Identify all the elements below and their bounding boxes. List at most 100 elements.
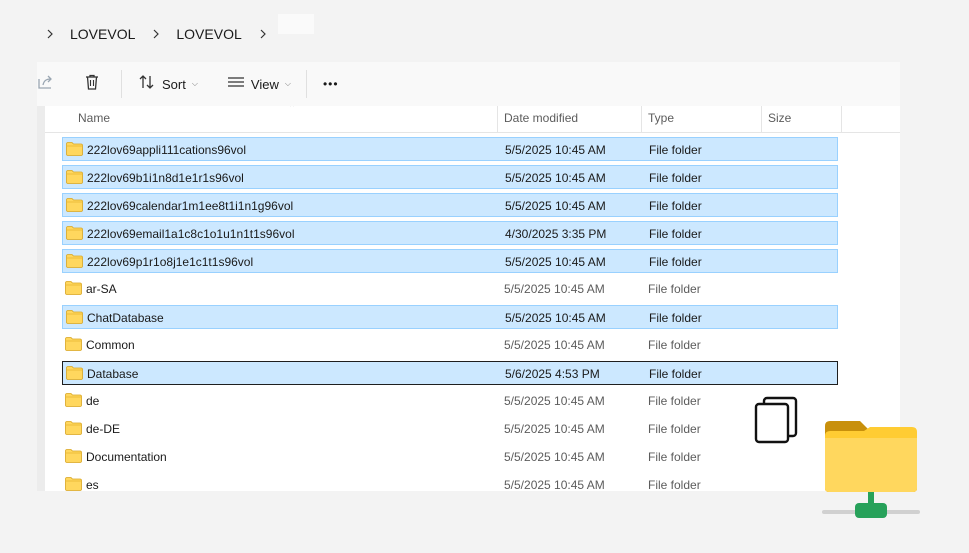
file-type: File folder [649, 367, 702, 381]
file-type: File folder [648, 338, 701, 352]
date-modified: 5/5/2025 10:45 AM [504, 282, 605, 296]
date-modified: 5/5/2025 10:45 AM [505, 171, 606, 185]
file-type: File folder [649, 143, 702, 157]
more-options-button[interactable]: ••• [323, 68, 339, 100]
toolbar-divider [305, 70, 307, 98]
table-row[interactable]: de-DE 5/5/2025 10:45 AM File folder [62, 417, 838, 441]
breadcrumb-item[interactable]: LOVEVOL [70, 26, 135, 42]
table-row[interactable]: 222lov69calendar1m1ee8t1i1n1g96vol 5/5/2… [62, 193, 838, 217]
column-header-date[interactable]: Date modified [504, 111, 578, 125]
date-modified: 5/5/2025 10:45 AM [505, 311, 606, 325]
file-type: File folder [649, 199, 702, 213]
column-divider[interactable] [841, 106, 842, 132]
file-type: File folder [648, 450, 701, 464]
folder-icon [66, 366, 83, 380]
file-type: File folder [649, 311, 702, 325]
date-modified: 5/5/2025 10:45 AM [505, 255, 606, 269]
folder-icon [65, 337, 82, 351]
file-name: Database [87, 367, 139, 381]
date-modified: 5/5/2025 10:45 AM [505, 199, 606, 213]
file-name: Common [86, 338, 135, 352]
breadcrumb: LOVEVOL LOVEVOL [0, 16, 969, 52]
column-divider[interactable] [761, 106, 762, 132]
chevron-right-icon[interactable] [45, 29, 55, 39]
folder-icon [65, 421, 82, 435]
file-name: 222lov69appli111cations96vol [87, 143, 247, 157]
chevron-down-icon: ⌵ [284, 79, 291, 88]
delete-button[interactable] [83, 68, 101, 100]
date-modified: 5/5/2025 10:45 AM [504, 478, 605, 491]
view-icon [227, 73, 245, 96]
table-row[interactable]: 222lov69p1r1o8j1e1c1t1s96vol 5/5/2025 10… [62, 249, 838, 273]
view-button[interactable]: View ⌵ [227, 68, 291, 100]
column-header-size[interactable]: Size [768, 111, 791, 125]
file-name: 222lov69calendar1m1ee8t1i1n1g96vol [87, 199, 294, 213]
file-type: File folder [648, 422, 701, 436]
folder-icon [66, 170, 83, 184]
folder-icon [66, 142, 83, 156]
column-headers: ⌃ Name Date modified Type Size [45, 106, 900, 133]
table-row[interactable]: 222lov69email1a1c8c1o1u1n1t1s96vol 4/30/… [62, 221, 838, 245]
folder-icon [66, 198, 83, 212]
file-name: es [86, 478, 99, 491]
table-row[interactable]: Common 5/5/2025 10:45 AM File folder [62, 333, 838, 357]
table-row[interactable]: ChatDatabase 5/5/2025 10:45 AM File fold… [62, 305, 838, 329]
view-label: View [250, 76, 279, 92]
file-name: 222lov69email1a1c8c1o1u1n1t1s96vol [87, 227, 295, 241]
sort-ascending-icon: ⌃ [288, 106, 297, 114]
folder-icon [66, 254, 83, 268]
file-name: 222lov69p1r1o8j1e1c1t1s96vol [87, 255, 254, 269]
file-name: Documentation [86, 450, 167, 464]
date-modified: 5/5/2025 10:45 AM [504, 338, 605, 352]
column-header-type[interactable]: Type [648, 111, 674, 125]
sort-button[interactable]: Sort ⌵ [138, 68, 198, 100]
date-modified: 5/5/2025 10:45 AM [505, 143, 606, 157]
folder-icon [66, 310, 83, 324]
breadcrumb-item[interactable]: LOVEVOL [176, 26, 241, 42]
command-bar: Sort ⌵ View ⌵ ••• [37, 62, 900, 107]
breadcrumb-blank [278, 14, 314, 34]
file-type: File folder [649, 255, 702, 269]
table-row[interactable]: Documentation 5/5/2025 10:45 AM File fol… [62, 445, 838, 469]
share-button[interactable] [37, 68, 55, 100]
network-folder-icon [820, 418, 922, 522]
file-name: de [86, 394, 100, 408]
date-modified: 5/5/2025 10:45 AM [504, 394, 605, 408]
chevron-right-icon[interactable] [258, 29, 268, 39]
chevron-right-icon[interactable] [151, 29, 161, 39]
copy-icon [754, 396, 800, 444]
table-row[interactable]: ar-SA 5/5/2025 10:45 AM File folder [62, 277, 838, 301]
folder-icon [65, 393, 82, 407]
folder-icon [65, 281, 82, 295]
table-row[interactable]: Database 5/6/2025 4:53 PM File folder [62, 361, 838, 385]
delete-icon [83, 73, 101, 96]
table-row[interactable]: es 5/5/2025 10:45 AM File folder [62, 473, 838, 491]
file-type: File folder [649, 227, 702, 241]
chevron-down-icon: ⌵ [191, 79, 198, 88]
file-name: 222lov69b1i1n8d1e1r1s96vol [87, 171, 244, 185]
file-name: ar-SA [86, 282, 117, 296]
file-type: File folder [648, 478, 701, 491]
navigation-pane-edge [37, 106, 45, 491]
file-type: File folder [649, 171, 702, 185]
date-modified: 4/30/2025 3:35 PM [505, 227, 607, 241]
column-divider[interactable] [641, 106, 642, 132]
file-name: de-DE [86, 422, 121, 436]
date-modified: 5/5/2025 10:45 AM [504, 450, 605, 464]
sort-icon [138, 73, 156, 96]
file-name: ChatDatabase [87, 311, 164, 325]
sort-label: Sort [162, 76, 186, 92]
folder-icon [65, 449, 82, 463]
date-modified: 5/6/2025 4:53 PM [505, 367, 600, 381]
date-modified: 5/5/2025 10:45 AM [504, 422, 605, 436]
table-row[interactable]: 222lov69b1i1n8d1e1r1s96vol 5/5/2025 10:4… [62, 165, 838, 189]
folder-icon [66, 226, 83, 240]
column-header-name[interactable]: Name [78, 111, 110, 125]
file-type: File folder [648, 394, 701, 408]
table-row[interactable]: 222lov69appli111cations96vol 5/5/2025 10… [62, 137, 838, 161]
column-divider[interactable] [497, 106, 498, 132]
table-row[interactable]: de 5/5/2025 10:45 AM File folder [62, 389, 838, 413]
share-icon [37, 73, 55, 96]
toolbar-divider [121, 70, 122, 98]
folder-icon [65, 477, 82, 491]
